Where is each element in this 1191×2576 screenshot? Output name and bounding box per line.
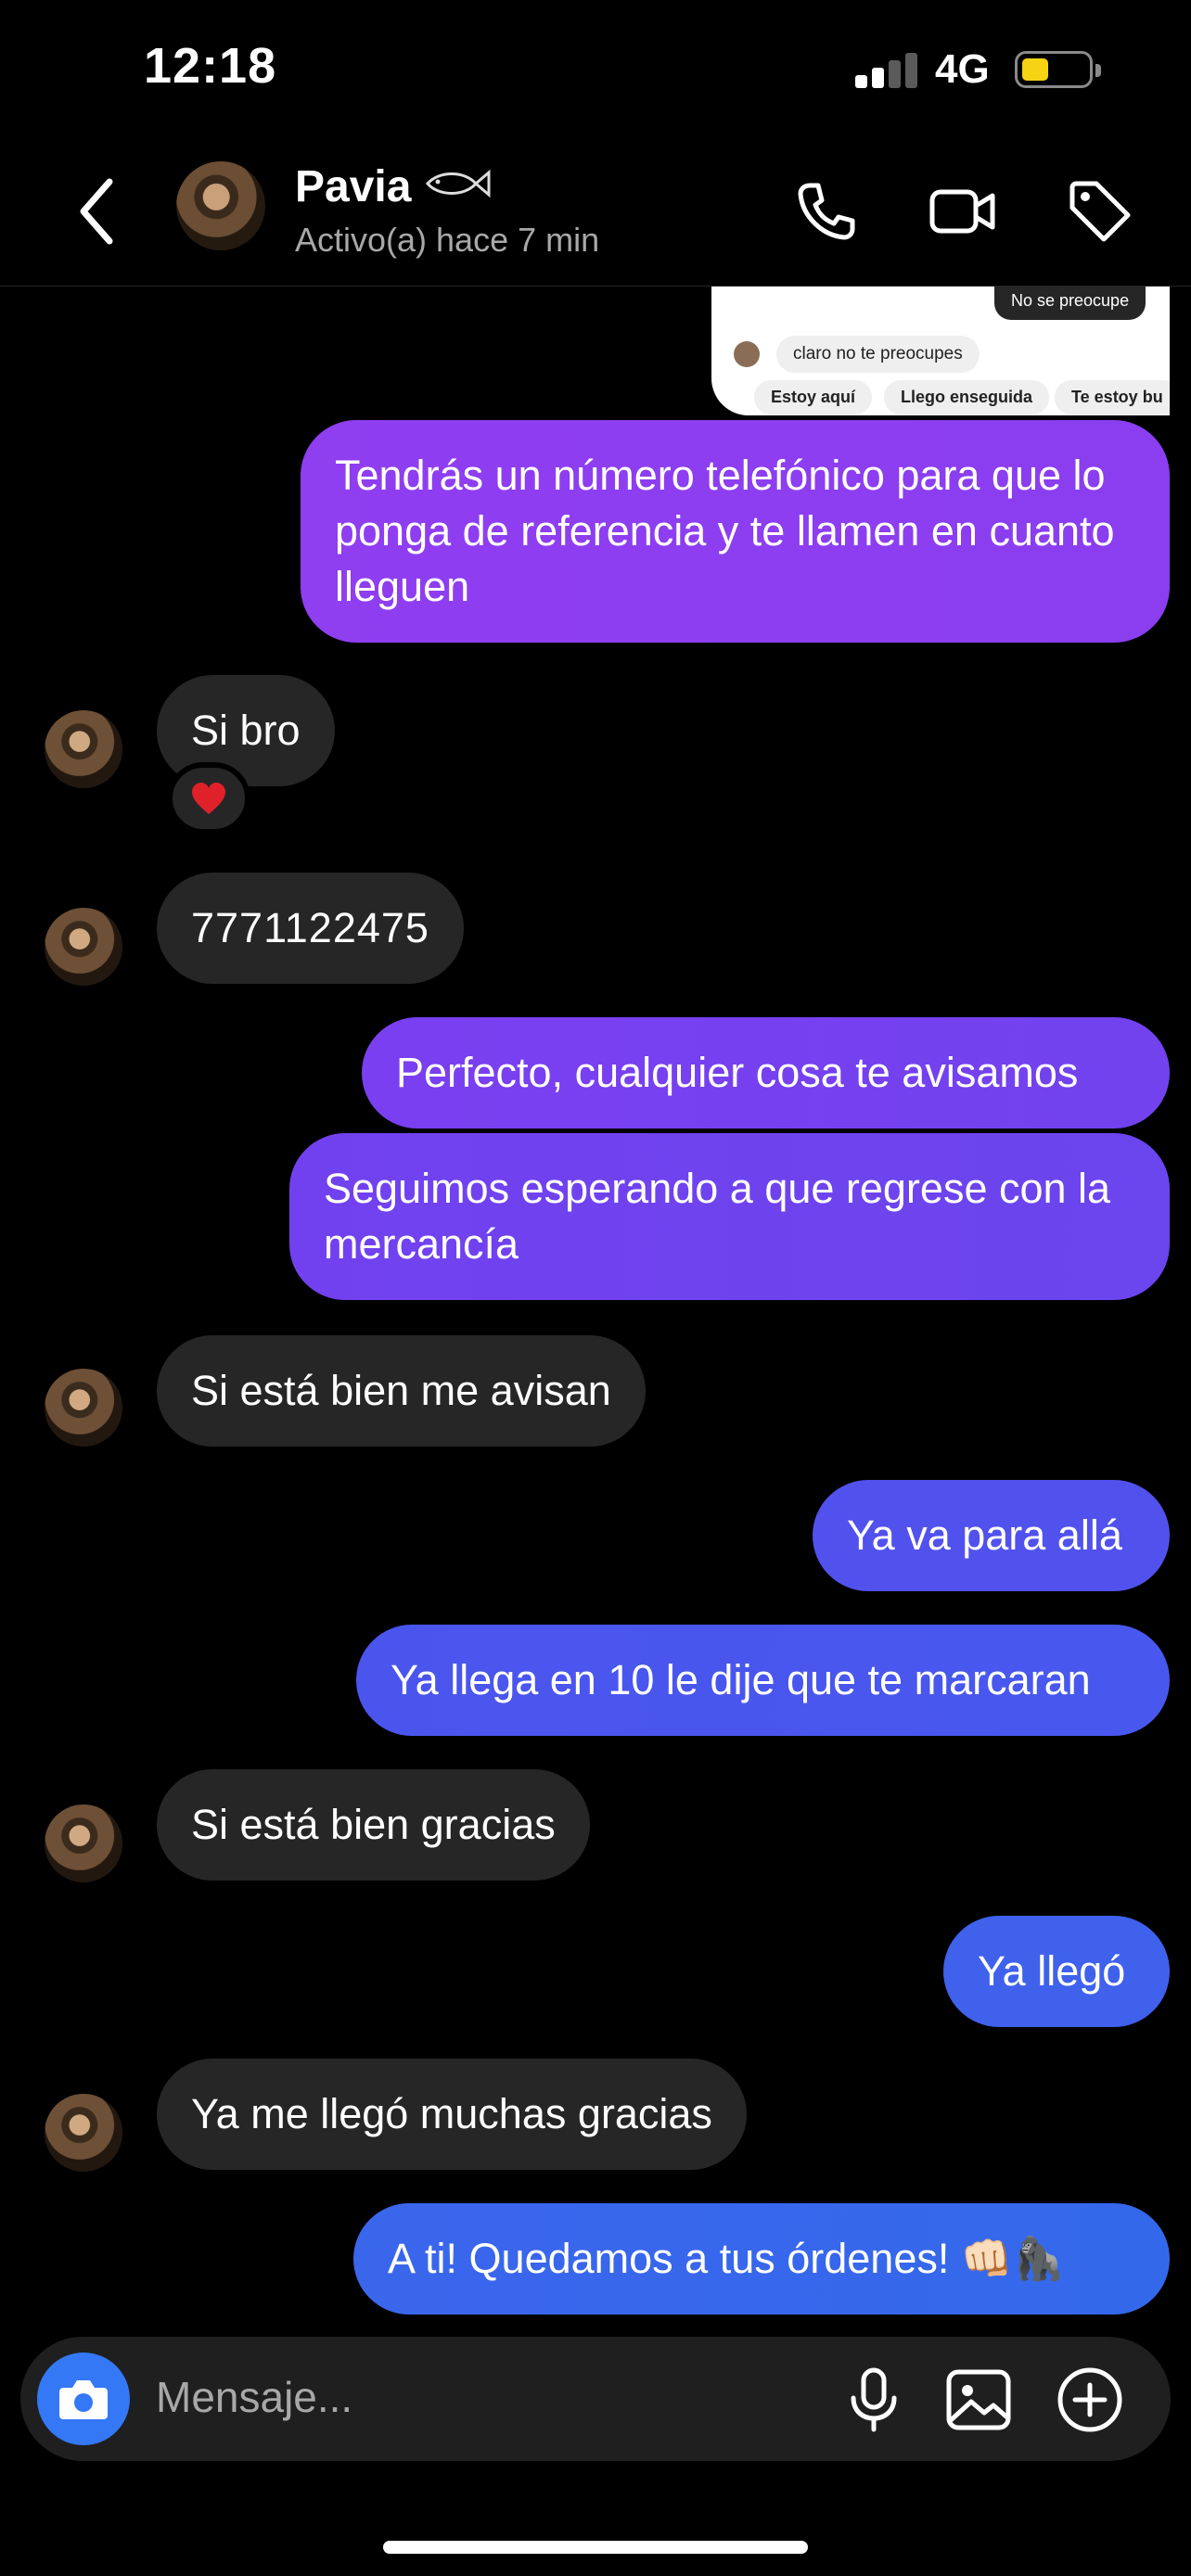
shared-screenshot-image[interactable]: No se preocupe claro no te preocupes Est… [711,286,1170,415]
signal-strength-icon [855,51,920,88]
screenshot-incoming-bubble: claro no te preocupes [776,336,980,373]
sender-avatar[interactable] [45,908,122,986]
sender-avatar[interactable] [45,1369,122,1447]
camera-button[interactable] [37,2353,130,2445]
sender-avatar[interactable] [45,710,122,788]
outgoing-message[interactable]: Perfecto, cualquier cosa te avisamos [362,1017,1170,1129]
incoming-message[interactable]: Si está bien me avisan [157,1335,646,1447]
contact-name[interactable]: Pavia [295,161,411,212]
plus-circle-icon[interactable] [1055,2365,1125,2435]
incoming-message[interactable]: 7771122475 [157,873,464,984]
screenshot-quick-reply: Te estoy bu [1055,380,1170,414]
screenshot-avatar [734,341,760,367]
chat-header: Pavia Activo(a) hace 7 min [0,139,1191,287]
outgoing-message[interactable]: Ya va para allá [813,1480,1170,1591]
video-camera-icon[interactable] [928,176,998,247]
outgoing-message[interactable]: Tendrás un número telefónico para que lo… [301,420,1170,643]
outgoing-message[interactable]: Ya llegó [943,1916,1170,2027]
home-indicator[interactable] [383,2541,808,2554]
contact-activity-status: Activo(a) hace 7 min [295,221,600,259]
sender-avatar[interactable] [45,2094,122,2172]
network-type: 4G [935,46,990,92]
message-composer: Mensaje... [20,2337,1171,2461]
incoming-message[interactable]: Si está bien gracias [157,1769,590,1881]
screenshot-quick-reply: Estoy aquí [754,380,873,414]
message-input[interactable]: Mensaje... [156,2372,352,2422]
screenshot-quick-reply: Llego enseguida [884,380,1050,414]
outgoing-message[interactable]: A ti! Quedamos a tus órdenes! 👊🏻🦍 [353,2203,1170,2315]
tag-icon[interactable] [1065,176,1135,247]
sender-avatar[interactable] [45,1804,122,1882]
image-icon[interactable] [943,2365,1014,2435]
incoming-message[interactable]: Ya me llegó muchas gracias [157,2059,747,2170]
camera-icon [59,2380,108,2419]
microphone-icon[interactable] [839,2365,909,2435]
fish-emoji-icon [426,169,491,198]
outgoing-message[interactable]: Seguimos esperando a que regrese con la … [289,1133,1170,1300]
phone-icon[interactable] [791,176,862,247]
screenshot-dark-bubble: No se preocupe [994,286,1146,320]
outgoing-message[interactable]: Ya llega en 10 le dije que te marcaran [356,1625,1170,1736]
status-bar: 12:18 4G [0,0,1191,139]
back-chevron-icon[interactable] [74,174,121,249]
battery-icon [1015,51,1101,88]
heart-reaction-icon [192,783,225,814]
message-reaction[interactable] [167,762,250,835]
contact-avatar[interactable] [176,161,265,250]
status-time: 12:18 [144,38,277,94]
